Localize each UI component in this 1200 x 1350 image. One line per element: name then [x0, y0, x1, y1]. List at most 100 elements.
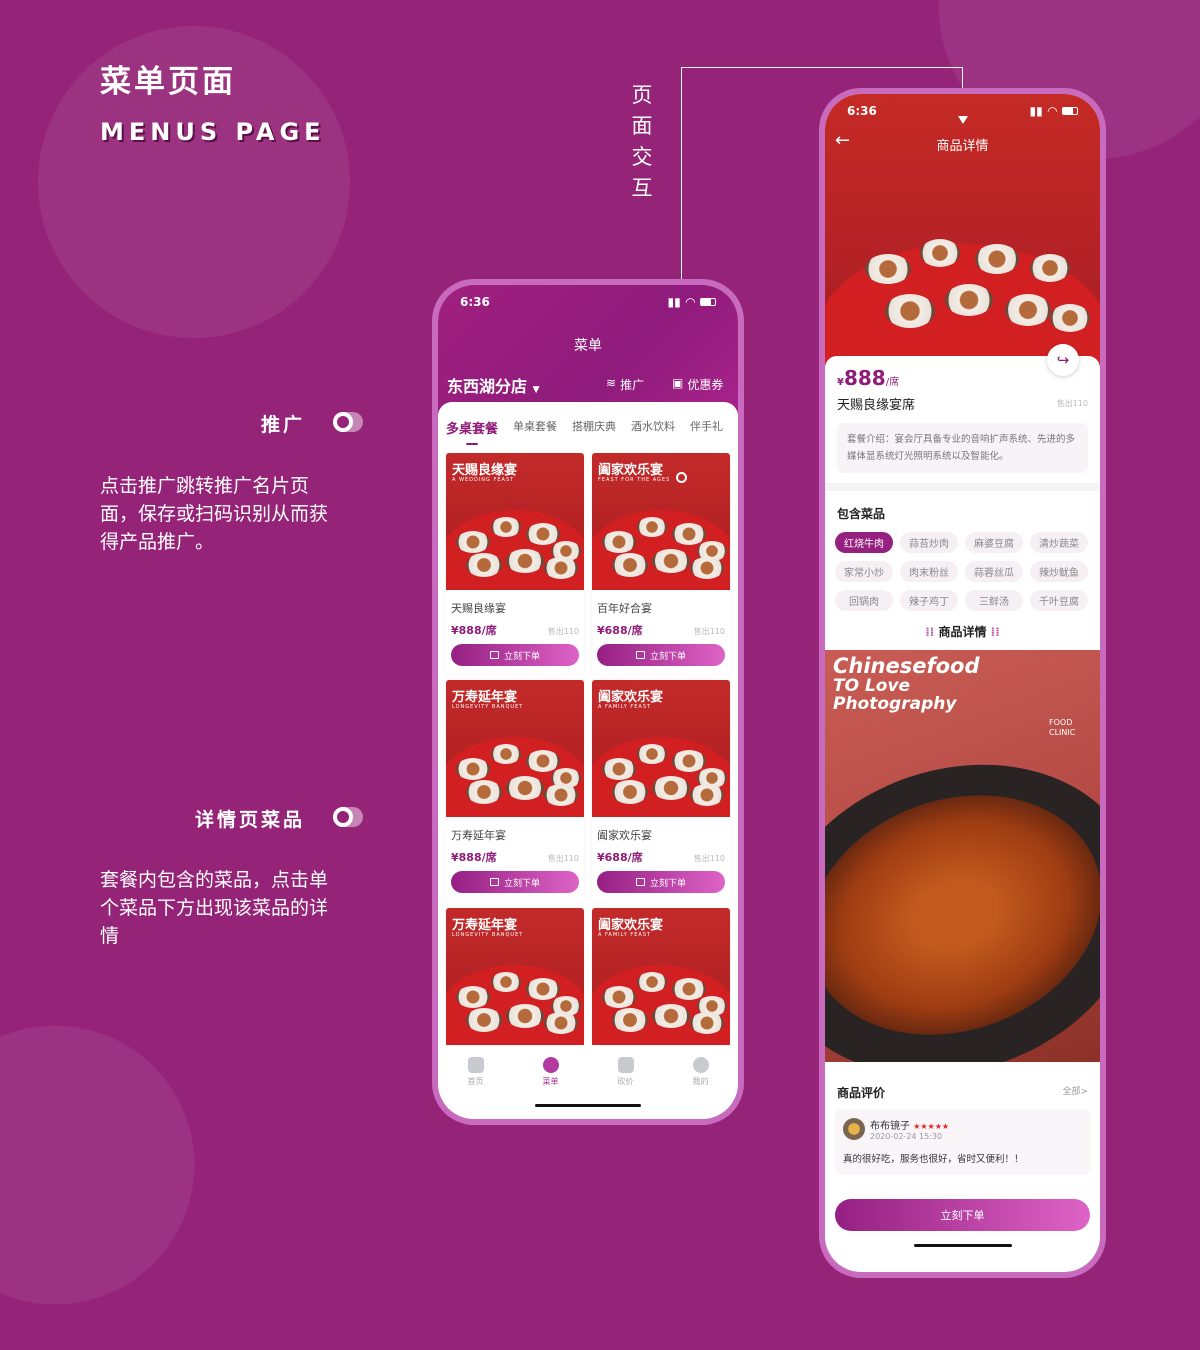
order-now-button[interactable]: 立刻下单 [835, 1199, 1090, 1231]
sold-count: 售出110 [1056, 399, 1088, 408]
tabbar-profile[interactable]: 我的 [692, 1057, 709, 1119]
dish-chip[interactable]: 辣子鸡丁 [900, 590, 958, 611]
dish-chip[interactable]: 三鲜汤 [965, 590, 1023, 611]
dish-chip[interactable]: 蒜苔炒肉 [900, 532, 958, 553]
store-name: 东西湖分店 [447, 377, 528, 396]
bag-icon [489, 878, 499, 886]
review-card: 布布镜子 ★★★★★ 2020-02-24 15:30 真的很好吃，服务也很好，省… [835, 1109, 1090, 1175]
bag-icon [635, 878, 645, 886]
dots-icon: ⁞⁞ [986, 625, 1000, 639]
tabbar-bargain[interactable]: 砍价 [617, 1057, 634, 1119]
photo-title: 万寿延年宴 [452, 690, 518, 705]
bag-icon [635, 651, 645, 659]
order-label: 立刻下单 [503, 878, 540, 889]
dish-chip[interactable]: 清炒蔬菜 [1030, 532, 1088, 553]
arrow-down-icon [958, 116, 968, 124]
tab-celebration[interactable]: 搭棚庆典 [572, 418, 616, 437]
card-name: 天赐良缘宴 [451, 602, 506, 615]
price-value: 888 [843, 366, 886, 390]
banquet-photo: 阖家欢乐宴 A FAMILY FEAST [592, 680, 730, 817]
menu-card[interactable]: 万寿延年宴 LONGEVITY BANQUET [446, 908, 584, 1045]
dish-chip[interactable]: 麻婆豆腐 [965, 532, 1023, 553]
tab-drinks[interactable]: 酒水饮料 [631, 418, 675, 437]
home-indicator [913, 1244, 1012, 1247]
screen-title: 商品详情 [936, 139, 989, 154]
banquet-photo: 万寿延年宴 LONGEVITY BANQUET [446, 680, 584, 817]
coupon-button[interactable]: ▣ 优惠券 [672, 376, 723, 393]
dish-chip[interactable]: 蒜蓉丝瓜 [965, 561, 1023, 582]
card-name: 百年好合宴 [597, 602, 652, 615]
dish-chip[interactable]: 肉末粉丝 [900, 561, 958, 582]
photo-title: 阖家欢乐宴 [598, 918, 664, 933]
photo-subtitle: A FAMILY FEAST [598, 704, 652, 710]
menu-grid-icon [542, 1057, 559, 1073]
tab-single-table[interactable]: 单桌套餐 [513, 418, 557, 437]
menu-card[interactable]: 天赐良缘宴 A WEDDING FEAST 天赐良缘宴 ¥888/席 售出110 立刻… [446, 453, 584, 674]
battery-icon [700, 298, 716, 306]
menu-card[interactable]: 阖家欢乐宴 A FAMILY FEAST 阖家欢乐宴 ¥688/席 售出110 立刻下… [592, 680, 730, 901]
decor-circle [0, 1025, 195, 1305]
screen-title: 菜单 [574, 338, 602, 354]
tabbar-home[interactable]: 首页 [467, 1057, 484, 1119]
status-time: 6:36 [460, 295, 490, 309]
promote-button[interactable]: ≋ 推广 [606, 376, 644, 393]
coupon-label: 优惠券 [687, 378, 724, 392]
tabbar-menu[interactable]: 菜单 [542, 1057, 559, 1119]
connector-dot [676, 472, 687, 483]
reviews-all-link[interactable]: 全部> [1062, 1084, 1088, 1101]
poster-line: TO Love [833, 676, 911, 696]
note-text-promote: 点击推广跳转推广名片页面，保存或扫码识别从而获得产品推广。 [100, 475, 329, 553]
tab-multi-table[interactable]: 多桌套餐 [446, 418, 498, 445]
banquet-photo: 天赐良缘宴 A WEDDING FEAST [446, 453, 584, 590]
dish-chip[interactable]: 回锅肉 [835, 590, 893, 611]
bag-icon [489, 651, 499, 659]
layers-icon: ≋ [606, 376, 617, 390]
signal-icon: ▮▮ [1029, 104, 1043, 118]
connector-line [681, 67, 963, 68]
order-now-button[interactable]: 立刻下单 [597, 871, 725, 893]
banquet-photo: 阖家欢乐宴 FEAST FOR THE AGES [592, 453, 730, 590]
poster-line: Photography [833, 694, 957, 714]
toggle-icon [333, 807, 363, 827]
note-text-dishes: 套餐内包含的菜品，点击单个菜品下方出现该菜品的详情 [100, 869, 329, 947]
photo-subtitle: A FAMILY FEAST [598, 932, 652, 938]
share-icon[interactable]: ↪ [1047, 344, 1079, 376]
note-label-promote: 推广 [260, 414, 305, 436]
banquet-photo: 阖家欢乐宴 A FAMILY FEAST [592, 908, 730, 1045]
order-now-button[interactable]: 立刻下单 [597, 644, 725, 666]
dish-chip[interactable]: 辣炒鱿鱼 [1030, 561, 1088, 582]
reviews-title: 商品评价 [837, 1086, 886, 1100]
order-now-button[interactable]: 立刻下单 [451, 871, 579, 893]
banquet-photo [825, 184, 1100, 364]
detail-screen: 6:36 ▮▮ ◠ ← 商品详情 ↪ ¥888/席 天赐良缘宴席 售出110 套餐介… [825, 94, 1100, 1272]
store-selector[interactable]: 东西湖分店 ▼ [447, 373, 540, 397]
card-price: ¥688/席 [597, 851, 643, 864]
dish-chip[interactable]: 家常小炒 [835, 561, 893, 582]
status-bar: 6:36 ▮▮ ◠ [460, 295, 716, 309]
wifi-icon: ◠ [1047, 104, 1057, 118]
poster-line: Chinesefood [833, 654, 980, 678]
card-sold: 售出110 [693, 854, 725, 863]
dish-chip[interactable]: 红烧牛肉 [835, 532, 893, 553]
tab-gifts[interactable]: 伴手礼 [690, 418, 723, 437]
menu-card[interactable]: 万寿延年宴 LONGEVITY BANQUET 万寿延年宴 ¥888/席 售出110 … [446, 680, 584, 901]
menu-card[interactable]: 阖家欢乐宴 A FAMILY FEAST [592, 908, 730, 1045]
order-label: 立刻下单 [649, 651, 686, 662]
photo-title: 阖家欢乐宴 [598, 690, 664, 705]
price-symbol: ¥ [837, 377, 844, 388]
tabbar-label: 首页 [467, 1077, 484, 1086]
dish-chips: 红烧牛肉 蒜苔炒肉 麻婆豆腐 清炒蔬菜家常小炒 肉末粉丝 蒜蓉丝瓜 辣炒鱿鱼回锅肉 辣子鸡丁三… [825, 522, 1100, 611]
bargain-icon [617, 1057, 634, 1073]
wifi-icon: ◠ [685, 295, 695, 309]
product-name: 天赐良缘宴席 [837, 398, 916, 413]
photo-subtitle: LONGEVITY BANQUET [452, 704, 524, 710]
order-now-button[interactable]: 立刻下单 [451, 644, 579, 666]
profile-icon [692, 1057, 709, 1073]
card-name: 阖家欢乐宴 [597, 829, 652, 842]
menu-card[interactable]: 阖家欢乐宴 FEAST FOR THE AGES 百年好合宴 ¥688/席 售出110… [592, 453, 730, 674]
dish-chip[interactable]: 千叶豆腐 [1030, 590, 1088, 611]
price-unit: /席 [885, 377, 900, 388]
detail-heading-text: 商品详情 [938, 625, 987, 639]
card-sold: 售出110 [693, 627, 725, 636]
order-label: 立刻下单 [503, 651, 540, 662]
